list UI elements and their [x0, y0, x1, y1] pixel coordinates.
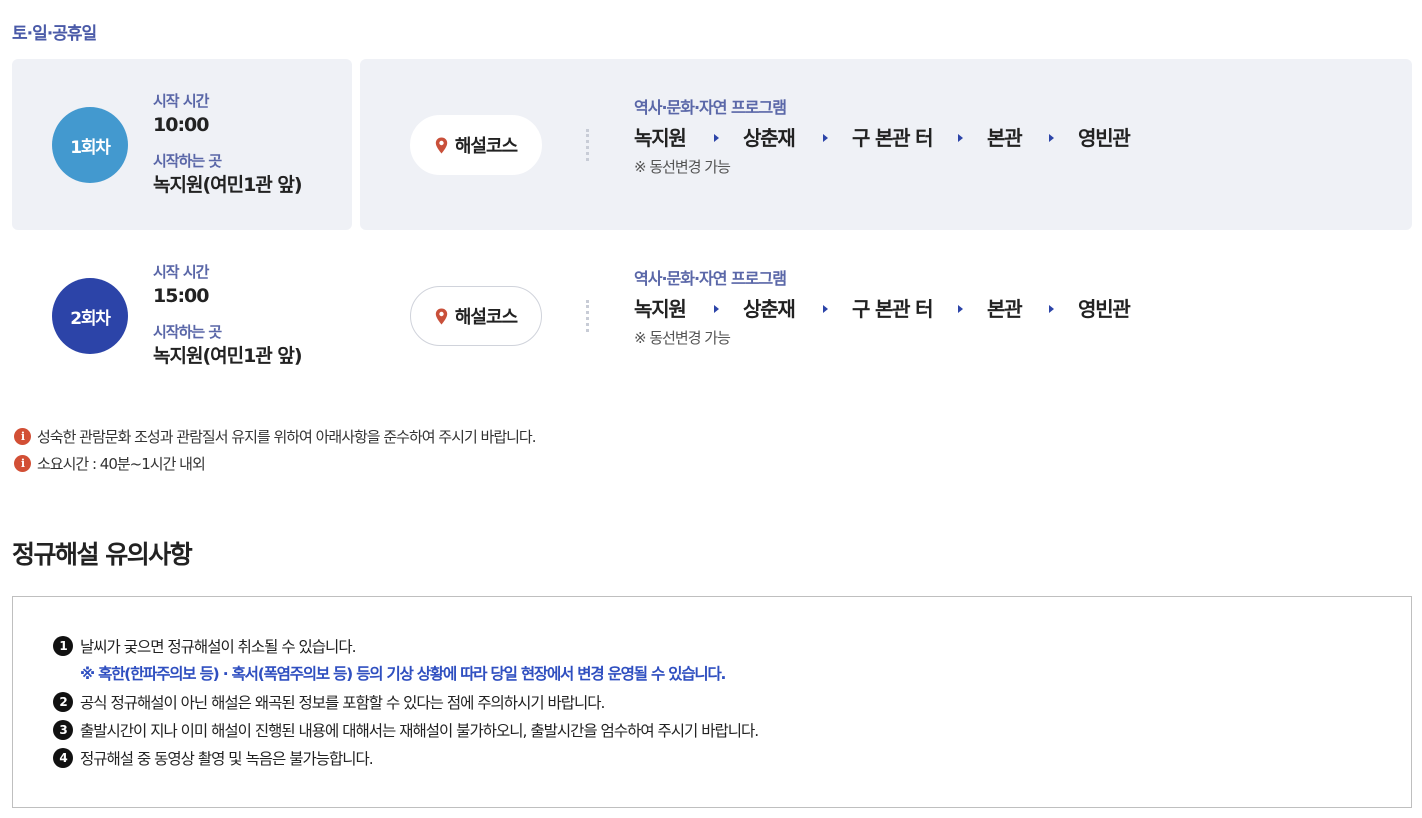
route-stop: 녹지원: [634, 126, 687, 150]
number-1-icon: 1: [53, 636, 73, 656]
start-place: 녹지원(여민1관 앞): [153, 174, 303, 196]
dotted-divider: [586, 300, 589, 332]
route-stop: 영빈관: [1078, 126, 1131, 150]
route-arrow-icon: [1049, 134, 1054, 142]
route-stop: 본관: [987, 126, 1023, 150]
course-card: 해설코스 역사·문화·자연 프로그램 녹지원 상춘재 구 본관 터 본관 영빈관…: [360, 59, 1412, 230]
route-arrow-icon: [958, 134, 963, 142]
start-place-label: 시작하는 곳: [153, 323, 222, 341]
session-info-card: 2회차 시작 시간 15:00 시작하는 곳 녹지원(여민1관 앞): [12, 230, 352, 401]
session-badge: 2회차: [52, 278, 128, 354]
notice-text: 정규해설 중 동영상 촬영 및 녹음은 불가능합니다.: [80, 750, 374, 768]
route-stop: 영빈관: [1078, 297, 1131, 321]
notice-text: 출발시간이 지나 이미 해설이 진행된 내용에 대해서는 재해설이 불가하오니,…: [80, 722, 759, 740]
start-time: 15:00: [153, 285, 209, 307]
session-row-2: 2회차 시작 시간 15:00 시작하는 곳 녹지원(여민1관 앞) 해설코스 …: [12, 230, 1412, 401]
start-place-label: 시작하는 곳: [153, 152, 222, 170]
number-2-icon: 2: [53, 692, 73, 712]
route-stop: 본관: [987, 297, 1023, 321]
notice-item: 1 날씨가 궂으면 정규해설이 취소될 수 있습니다.: [53, 632, 758, 660]
start-place: 녹지원(여민1관 앞): [153, 345, 303, 367]
start-time-label: 시작 시간: [153, 263, 209, 281]
session-badge: 1회차: [52, 107, 128, 183]
route-arrow-icon: [823, 305, 828, 313]
number-4-icon: 4: [53, 748, 73, 768]
program-name: 역사·문화·자연 프로그램: [634, 98, 787, 117]
location-pin-icon: [435, 137, 448, 153]
info-line: i 소요시간 : 40분~1시간 내외: [14, 450, 535, 477]
route-arrow-icon: [1049, 305, 1054, 313]
route-arrow-icon: [714, 134, 719, 142]
route-arrow-icon: [714, 305, 719, 313]
course-button-label: 해설코스: [454, 307, 518, 328]
info-icon: i: [14, 455, 31, 472]
notice-list: 1 날씨가 궂으면 정규해설이 취소될 수 있습니다. ※ 혹한(한파주의보 등…: [53, 632, 759, 772]
course-button[interactable]: 해설코스: [410, 286, 542, 346]
notice-text: 날씨가 궂으면 정규해설이 취소될 수 있습니다.: [80, 638, 357, 656]
dotted-divider: [586, 129, 589, 161]
session-info: 시작 시간 15:00 시작하는 곳 녹지원(여민1관 앞): [153, 262, 348, 370]
course-card: 해설코스 역사·문화·자연 프로그램 녹지원 상춘재 구 본관 터 본관 영빈관…: [360, 230, 1412, 401]
notice-item: 2 공식 정규해설이 아닌 해설은 왜곡된 정보를 포함할 수 있다는 점에 주…: [53, 688, 758, 716]
notice-item: 4 정규해설 중 동영상 촬영 및 녹음은 불가능합니다.: [53, 744, 758, 772]
session-row-1: 1회차 시작 시간 10:00 시작하는 곳 녹지원(여민1관 앞) 해설코스 …: [12, 59, 1412, 230]
start-time: 10:00: [153, 114, 209, 136]
notice-title: 정규해설 유의사항: [12, 540, 193, 569]
session-info-card: 1회차 시작 시간 10:00 시작하는 곳 녹지원(여민1관 앞): [12, 59, 352, 230]
location-pin-icon: [435, 308, 448, 324]
route-stop: 구 본관 터: [852, 126, 934, 150]
section-label: 토·일·공휴일: [12, 24, 97, 44]
route-arrow-icon: [823, 134, 828, 142]
route-note: ※ 동선변경 가능: [634, 329, 731, 347]
route-arrow-icon: [958, 305, 963, 313]
program-info: 역사·문화·자연 프로그램 녹지원 상춘재 구 본관 터 본관 영빈관 ※ 동선…: [634, 268, 1394, 350]
route-stop: 녹지원: [634, 297, 687, 321]
info-line: i 성숙한 관람문화 조성과 관람질서 유지를 위하여 아래사항을 준수하여 주…: [14, 423, 536, 450]
route: 녹지원 상춘재 구 본관 터 본관 영빈관: [634, 292, 1394, 326]
info-list: i 성숙한 관람문화 조성과 관람질서 유지를 위하여 아래사항을 준수하여 주…: [14, 423, 536, 477]
start-time-label: 시작 시간: [153, 92, 209, 110]
program-info: 역사·문화·자연 프로그램 녹지원 상춘재 구 본관 터 본관 영빈관 ※ 동선…: [634, 97, 1394, 179]
notice-text: 공식 정규해설이 아닌 해설은 왜곡된 정보를 포함할 수 있다는 점에 주의하…: [80, 694, 605, 712]
course-button-label: 해설코스: [454, 136, 518, 157]
notice-item: 3 출발시간이 지나 이미 해설이 진행된 내용에 대해서는 재해설이 불가하오…: [53, 716, 759, 744]
course-button[interactable]: 해설코스: [410, 115, 542, 175]
program-name: 역사·문화·자연 프로그램: [634, 269, 787, 288]
number-3-icon: 3: [53, 720, 73, 740]
route-stop: 상춘재: [743, 126, 796, 150]
route-stop: 구 본관 터: [852, 297, 934, 321]
route: 녹지원 상춘재 구 본관 터 본관 영빈관: [634, 121, 1394, 155]
info-icon: i: [14, 428, 31, 445]
session-info: 시작 시간 10:00 시작하는 곳 녹지원(여민1관 앞): [153, 91, 348, 199]
route-stop: 상춘재: [743, 297, 796, 321]
notice-box: 1 날씨가 궂으면 정규해설이 취소될 수 있습니다. ※ 혹한(한파주의보 등…: [12, 596, 1412, 808]
info-text: 소요시간 : 40분~1시간 내외: [37, 455, 206, 473]
notice-sub-text: ※ 혹한(한파주의보 등) · 혹서(폭염주의보 등) 등의 기상 상황에 따라…: [80, 665, 726, 683]
info-text: 성숙한 관람문화 조성과 관람질서 유지를 위하여 아래사항을 준수하여 주시기…: [37, 428, 536, 446]
route-note: ※ 동선변경 가능: [634, 158, 731, 176]
